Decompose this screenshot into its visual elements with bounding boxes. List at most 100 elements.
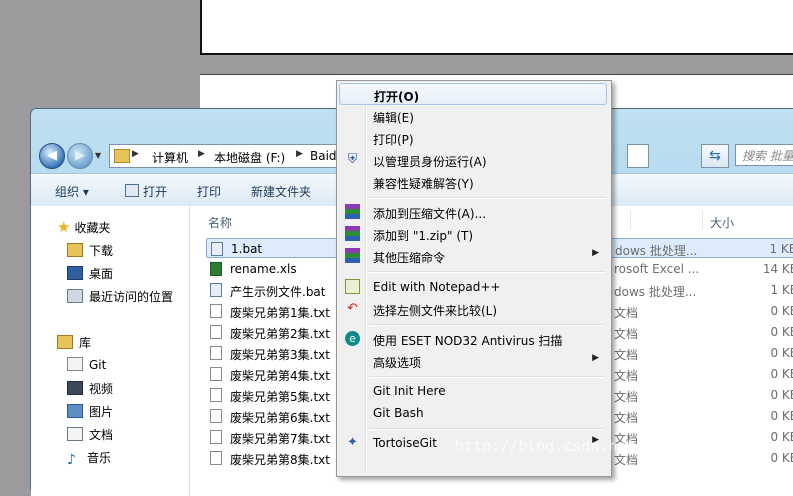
sidebar-item-desktop[interactable]: 桌面	[67, 265, 113, 282]
menu-item-print[interactable]: 打印(P)	[339, 127, 607, 149]
menu-item-add-zip[interactable]: 添加到 "1.zip" (T)	[339, 223, 607, 245]
menu-item-label: 添加到压缩文件(A)...	[373, 207, 487, 221]
menu-item-label: 打开(O)	[374, 90, 420, 104]
address-bar[interactable]: ▶ 计算机 ▶ 本地磁盘 (F:) ▶ Baidu	[109, 144, 351, 168]
menu-item-label: 选择左侧文件来比较(L)	[373, 304, 498, 318]
sidebar-item-documents[interactable]: 文档	[67, 426, 113, 443]
uac-shield-icon: ⛨	[347, 152, 358, 167]
menu-separator	[369, 197, 605, 199]
file-size: 0 KB	[770, 325, 793, 339]
recent-places-icon	[67, 289, 83, 303]
file-type: dows 批处理...	[614, 285, 697, 299]
sidebar-item-label: 文档	[89, 428, 114, 442]
chevron-right-icon[interactable]: ▶	[132, 149, 139, 159]
column-header-name[interactable]: 名称	[208, 214, 232, 231]
winrar-icon	[345, 204, 360, 219]
file-type: 文档	[614, 327, 639, 341]
sidebar-item-label: 收藏夹	[74, 221, 111, 235]
library-icon	[57, 335, 73, 349]
column-divider[interactable]	[702, 210, 703, 230]
chevron-right-icon[interactable]: ▶	[296, 149, 303, 159]
document-icon	[67, 427, 83, 441]
menu-item-eset-scan[interactable]: e 使用 ESET NOD32 Antivirus 扫描	[339, 328, 607, 350]
file-name: 废柴兄弟第2集.txt	[230, 327, 330, 341]
menu-item-open[interactable]: 打开(O)	[339, 83, 607, 105]
column-header-size[interactable]: 大小	[710, 214, 734, 231]
bat-file-icon	[210, 283, 222, 297]
history-dropdown-icon[interactable]: ▼	[95, 151, 101, 160]
context-menu: 打开(O) 编辑(E) 打印(P) ⛨ 以管理员身份运行(A) 兼容性疑难解答(Y…	[336, 80, 612, 477]
file-name: 废柴兄弟第3集.txt	[230, 348, 330, 362]
menu-separator	[369, 428, 605, 430]
menu-separator	[369, 324, 605, 326]
sidebar-item-label: 最近访问的位置	[89, 290, 174, 304]
sidebar-item-videos[interactable]: 视频	[67, 380, 113, 397]
sidebar-item-pictures[interactable]: 图片	[67, 403, 113, 420]
txt-file-icon	[210, 409, 222, 423]
tortoisegit-icon: ✦	[347, 435, 358, 450]
open-button[interactable]: 打开	[125, 183, 167, 200]
sidebar-item-music[interactable]: ♪ 音乐	[67, 449, 111, 467]
breadcrumb-drive-f[interactable]: 本地磁盘 (F:)	[214, 149, 285, 166]
document-page-top	[200, 0, 793, 55]
menu-item-edit[interactable]: 编辑(E)	[339, 105, 607, 127]
file-size: 1 KB	[769, 242, 793, 256]
forward-arrow-icon[interactable]: ▶	[67, 143, 93, 169]
menu-item-advanced[interactable]: 高级选项 ▶	[339, 350, 607, 372]
navigation-pane: ★ 收藏夹 下载 桌面 最近访问的位置 库 Git 视频 图片 文档 ♪ 音乐	[31, 206, 190, 496]
compare-icon: ↶	[347, 301, 358, 316]
menu-separator	[369, 376, 605, 378]
sidebar-item-downloads[interactable]: 下载	[67, 242, 113, 259]
sidebar-item-git[interactable]: Git	[67, 357, 106, 372]
sidebar-item-libraries[interactable]: 库	[57, 334, 91, 351]
back-arrow-icon[interactable]: ◀	[39, 143, 65, 169]
menu-item-label: 以管理员身份运行(A)	[373, 155, 487, 169]
menu-item-other-compress[interactable]: 其他压缩命令 ▶	[339, 245, 607, 267]
breadcrumb-computer[interactable]: 计算机	[152, 149, 188, 166]
refresh-icon[interactable]: ⇆	[701, 144, 729, 168]
menu-item-git-bash[interactable]: Git Bash	[339, 402, 607, 424]
sidebar-item-label: 下载	[89, 244, 114, 258]
menu-item-notepad-plus-plus[interactable]: Edit with Notepad++	[339, 276, 607, 298]
file-type: 文档	[614, 348, 639, 362]
star-icon: ★	[57, 218, 71, 236]
chevron-right-icon[interactable]: ▶	[198, 149, 205, 159]
file-name: 产生示例文件.bat	[230, 285, 326, 299]
file-size: 14 KB	[762, 262, 793, 276]
file-size: 0 KB	[770, 388, 793, 402]
menu-item-label: Git Init Here	[373, 384, 446, 398]
menu-item-label: 打印(P)	[373, 133, 414, 147]
file-name: 废柴兄弟第5集.txt	[230, 390, 330, 404]
menu-item-run-as-admin[interactable]: ⛨ 以管理员身份运行(A)	[339, 149, 607, 171]
file-size: 1 KB	[770, 283, 793, 297]
menu-item-label: 编辑(E)	[373, 111, 414, 125]
address-dropdown[interactable]	[627, 144, 649, 168]
picture-icon	[67, 404, 83, 418]
organize-button[interactable]: 组织 ▾	[55, 183, 89, 200]
txt-file-icon	[210, 325, 222, 339]
txt-file-icon	[210, 388, 222, 402]
sidebar-item-favorites[interactable]: ★ 收藏夹	[57, 218, 110, 236]
winrar-icon	[345, 248, 360, 263]
menu-item-label: TortoiseGit	[373, 436, 437, 450]
menu-item-git-init[interactable]: Git Init Here	[339, 380, 607, 402]
menu-item-compare[interactable]: ↶ 选择左侧文件来比较(L)	[339, 298, 607, 320]
print-button[interactable]: 打印	[197, 183, 221, 200]
sidebar-item-label: Git	[89, 358, 107, 372]
file-name: 废柴兄弟第7集.txt	[230, 432, 330, 446]
column-divider[interactable]	[630, 210, 631, 230]
menu-item-compatibility[interactable]: 兼容性疑难解答(Y)	[339, 171, 607, 193]
search-input[interactable]: 搜索 批量	[735, 144, 793, 166]
winrar-icon	[345, 226, 360, 241]
txt-file-icon	[210, 451, 222, 465]
sidebar-item-recent[interactable]: 最近访问的位置	[67, 288, 173, 305]
new-folder-button[interactable]: 新建文件夹	[251, 183, 311, 200]
notepad-plus-plus-icon	[345, 279, 360, 294]
file-name: 1.bat	[231, 242, 263, 256]
open-icon	[125, 184, 139, 197]
menu-item-label: Edit with Notepad++	[373, 280, 501, 294]
bat-file-icon	[211, 242, 223, 256]
menu-item-add-archive[interactable]: 添加到压缩文件(A)...	[339, 201, 607, 223]
file-name: rename.xls	[230, 262, 297, 276]
txt-file-icon	[210, 346, 222, 360]
